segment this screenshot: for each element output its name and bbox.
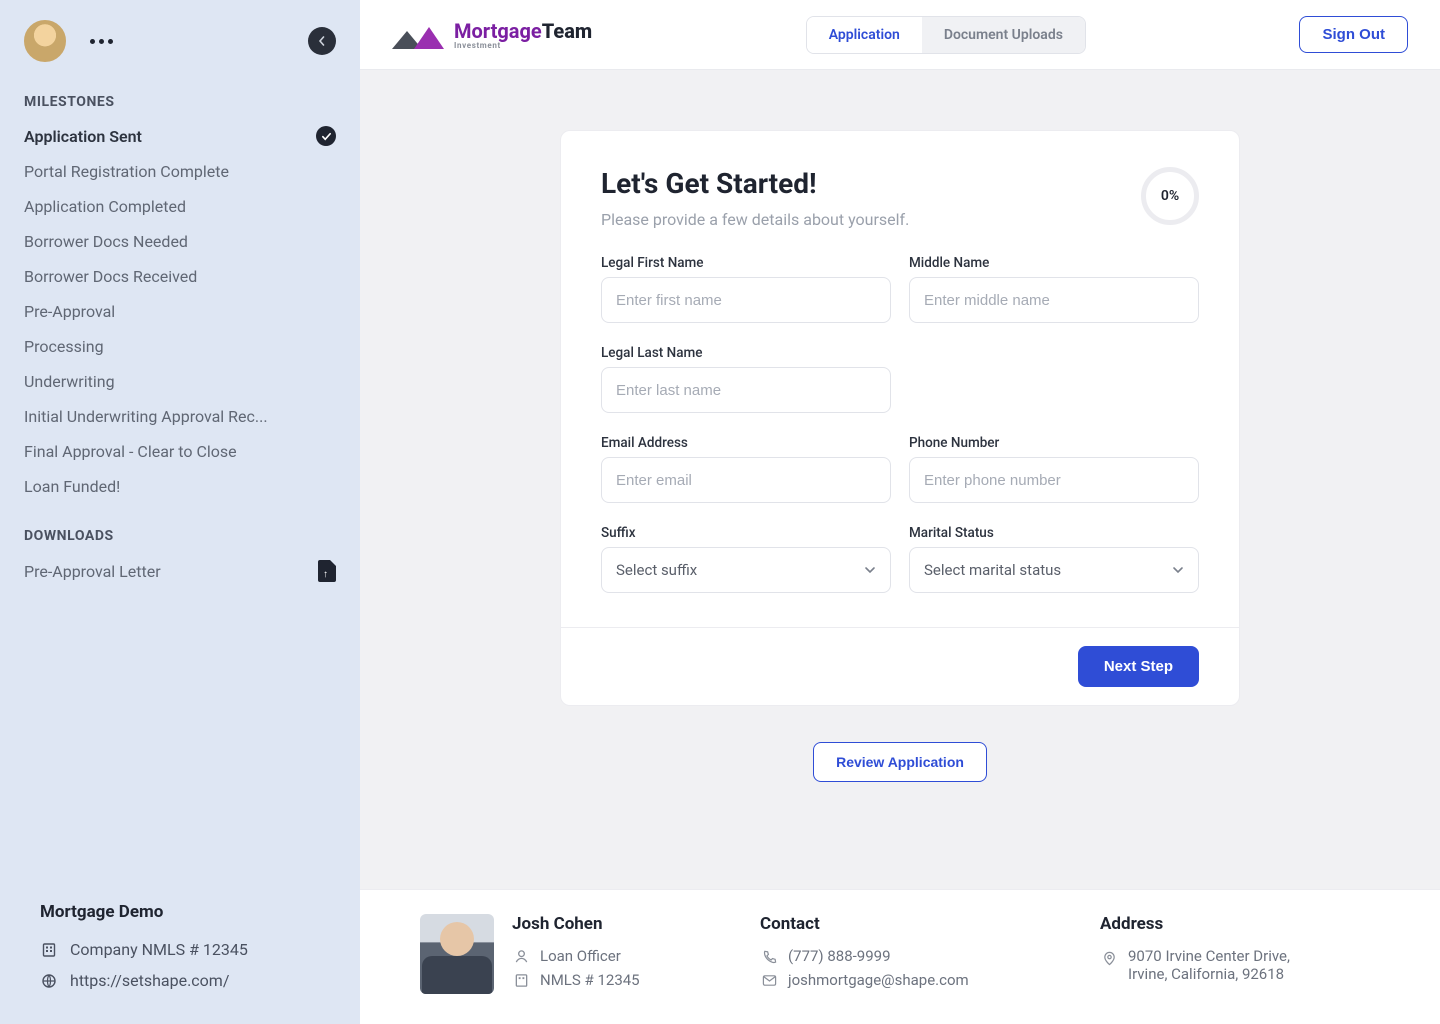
milestone-label: Processing [24,337,104,356]
milestone-item[interactable]: Borrower Docs Received [24,259,336,294]
marital-label: Marital Status [909,525,1199,541]
address-line1: 9070 Irvine Center Drive, [1128,947,1290,965]
collapse-sidebar-button[interactable] [308,27,336,55]
tab-document-uploads[interactable]: Document Uploads [922,17,1085,53]
milestone-item[interactable]: Application Sent [24,118,336,154]
suffix-label: Suffix [601,525,891,541]
topbar: MortgageTeam Investment Application Docu… [360,0,1440,70]
milestone-label: Application Sent [24,127,142,146]
address-line2: Irvine, California, 92618 [1128,965,1290,983]
milestone-label: Portal Registration Complete [24,162,229,181]
check-icon [316,126,336,146]
progress-indicator: 0% [1141,167,1199,225]
address-title: Address [1100,914,1380,934]
signout-button[interactable]: Sign Out [1299,16,1408,53]
sidebar: MILESTONES Application Sent Portal Regis… [0,0,360,1024]
contact-title: Contact [760,914,1060,934]
suffix-select-value: Select suffix [616,561,697,579]
milestone-item[interactable]: Application Completed [24,189,336,224]
milestone-item[interactable]: Portal Registration Complete [24,154,336,189]
first-name-input[interactable] [601,277,891,323]
contact-block: Contact (777) 888-9999 joshmortgage@shap… [760,914,1060,992]
downloads-heading: DOWNLOADS [0,504,360,552]
content-area: Let's Get Started! Please provide a few … [360,70,1440,889]
pin-icon [1100,949,1118,967]
milestone-label: Borrower Docs Needed [24,232,188,251]
first-name-label: Legal First Name [601,255,891,271]
form-card: Let's Get Started! Please provide a few … [560,130,1240,706]
milestones-list: Application Sent Portal Registration Com… [0,118,360,504]
card-title: Let's Get Started! [601,167,909,200]
contact-phone-row[interactable]: (777) 888-9999 [760,944,1060,968]
downloads-list: Pre-Approval Letter [0,552,360,590]
next-step-button[interactable]: Next Step [1078,646,1199,687]
company-url-row[interactable]: https://setshape.com/ [40,965,320,996]
building-icon [40,941,58,959]
officer-nmls: NMLS # 12345 [540,971,640,989]
contact-phone: (777) 888-9999 [788,947,891,965]
tabbar: Application Document Uploads [806,16,1086,54]
milestone-label: Underwriting [24,372,115,391]
officer-name: Josh Cohen [512,914,640,934]
milestone-label: Initial Underwriting Approval Rec... [24,407,268,426]
chevron-left-icon [317,36,327,46]
phone-icon [760,947,778,965]
download-item[interactable]: Pre-Approval Letter [24,552,336,590]
phone-label: Phone Number [909,435,1199,451]
milestone-item[interactable]: Processing [24,329,336,364]
company-nmls-text: Company NMLS # 12345 [70,940,248,959]
more-menu-button[interactable] [90,39,113,44]
email-input[interactable] [601,457,891,503]
tab-application[interactable]: Application [807,17,922,53]
brand-word-mortgage: Mortgage [454,19,542,43]
last-name-input[interactable] [601,367,891,413]
chevron-down-icon [864,564,876,576]
last-name-label: Legal Last Name [601,345,891,361]
email-label: Email Address [601,435,891,451]
chevron-down-icon [1172,564,1184,576]
address-block: Address 9070 Irvine Center Drive, Irvine… [1100,914,1380,986]
mail-icon [760,971,778,989]
officer-role: Loan Officer [540,947,621,965]
card-subtitle: Please provide a few details about yours… [601,210,909,229]
avatar[interactable] [24,20,66,62]
milestone-label: Loan Funded! [24,477,120,496]
officer-block: Josh Cohen Loan Officer NMLS # 12345 [420,914,720,994]
milestone-item[interactable]: Loan Funded! [24,469,336,504]
main: MortgageTeam Investment Application Docu… [360,0,1440,1024]
milestone-item[interactable]: Initial Underwriting Approval Rec... [24,399,336,434]
globe-icon [40,972,58,990]
phone-input[interactable] [909,457,1199,503]
suffix-select[interactable]: Select suffix [601,547,891,593]
milestones-heading: MILESTONES [0,70,360,118]
sidebar-footer: Mortgage Demo Company NMLS # 12345 https… [0,902,360,1024]
user-icon [512,947,530,965]
contact-email-row[interactable]: joshmortgage@shape.com [760,968,1060,992]
review-application-button[interactable]: Review Application [813,742,987,782]
milestone-item[interactable]: Pre-Approval [24,294,336,329]
download-label: Pre-Approval Letter [24,562,161,581]
milestone-item[interactable]: Final Approval - Clear to Close [24,434,336,469]
roof-icon [392,21,450,49]
marital-select-value: Select marital status [924,561,1061,579]
company-nmls-row: Company NMLS # 12345 [40,934,320,965]
contact-email: joshmortgage@shape.com [788,971,969,989]
middle-name-input[interactable] [909,277,1199,323]
milestone-label: Application Completed [24,197,186,216]
milestone-item[interactable]: Underwriting [24,364,336,399]
middle-name-label: Middle Name [909,255,1199,271]
milestone-label: Pre-Approval [24,302,115,321]
marital-select[interactable]: Select marital status [909,547,1199,593]
company-url-text: https://setshape.com/ [70,971,229,990]
brand-word-team: Team [542,19,592,43]
file-upload-icon [318,560,336,582]
company-name: Mortgage Demo [40,902,320,922]
milestone-label: Final Approval - Clear to Close [24,442,237,461]
building-icon [512,971,530,989]
officer-photo [420,914,494,994]
milestone-label: Borrower Docs Received [24,267,197,286]
brand-logo[interactable]: MortgageTeam Investment [392,19,592,50]
info-bar: Josh Cohen Loan Officer NMLS # 12345 Con… [360,889,1440,1024]
milestone-item[interactable]: Borrower Docs Needed [24,224,336,259]
